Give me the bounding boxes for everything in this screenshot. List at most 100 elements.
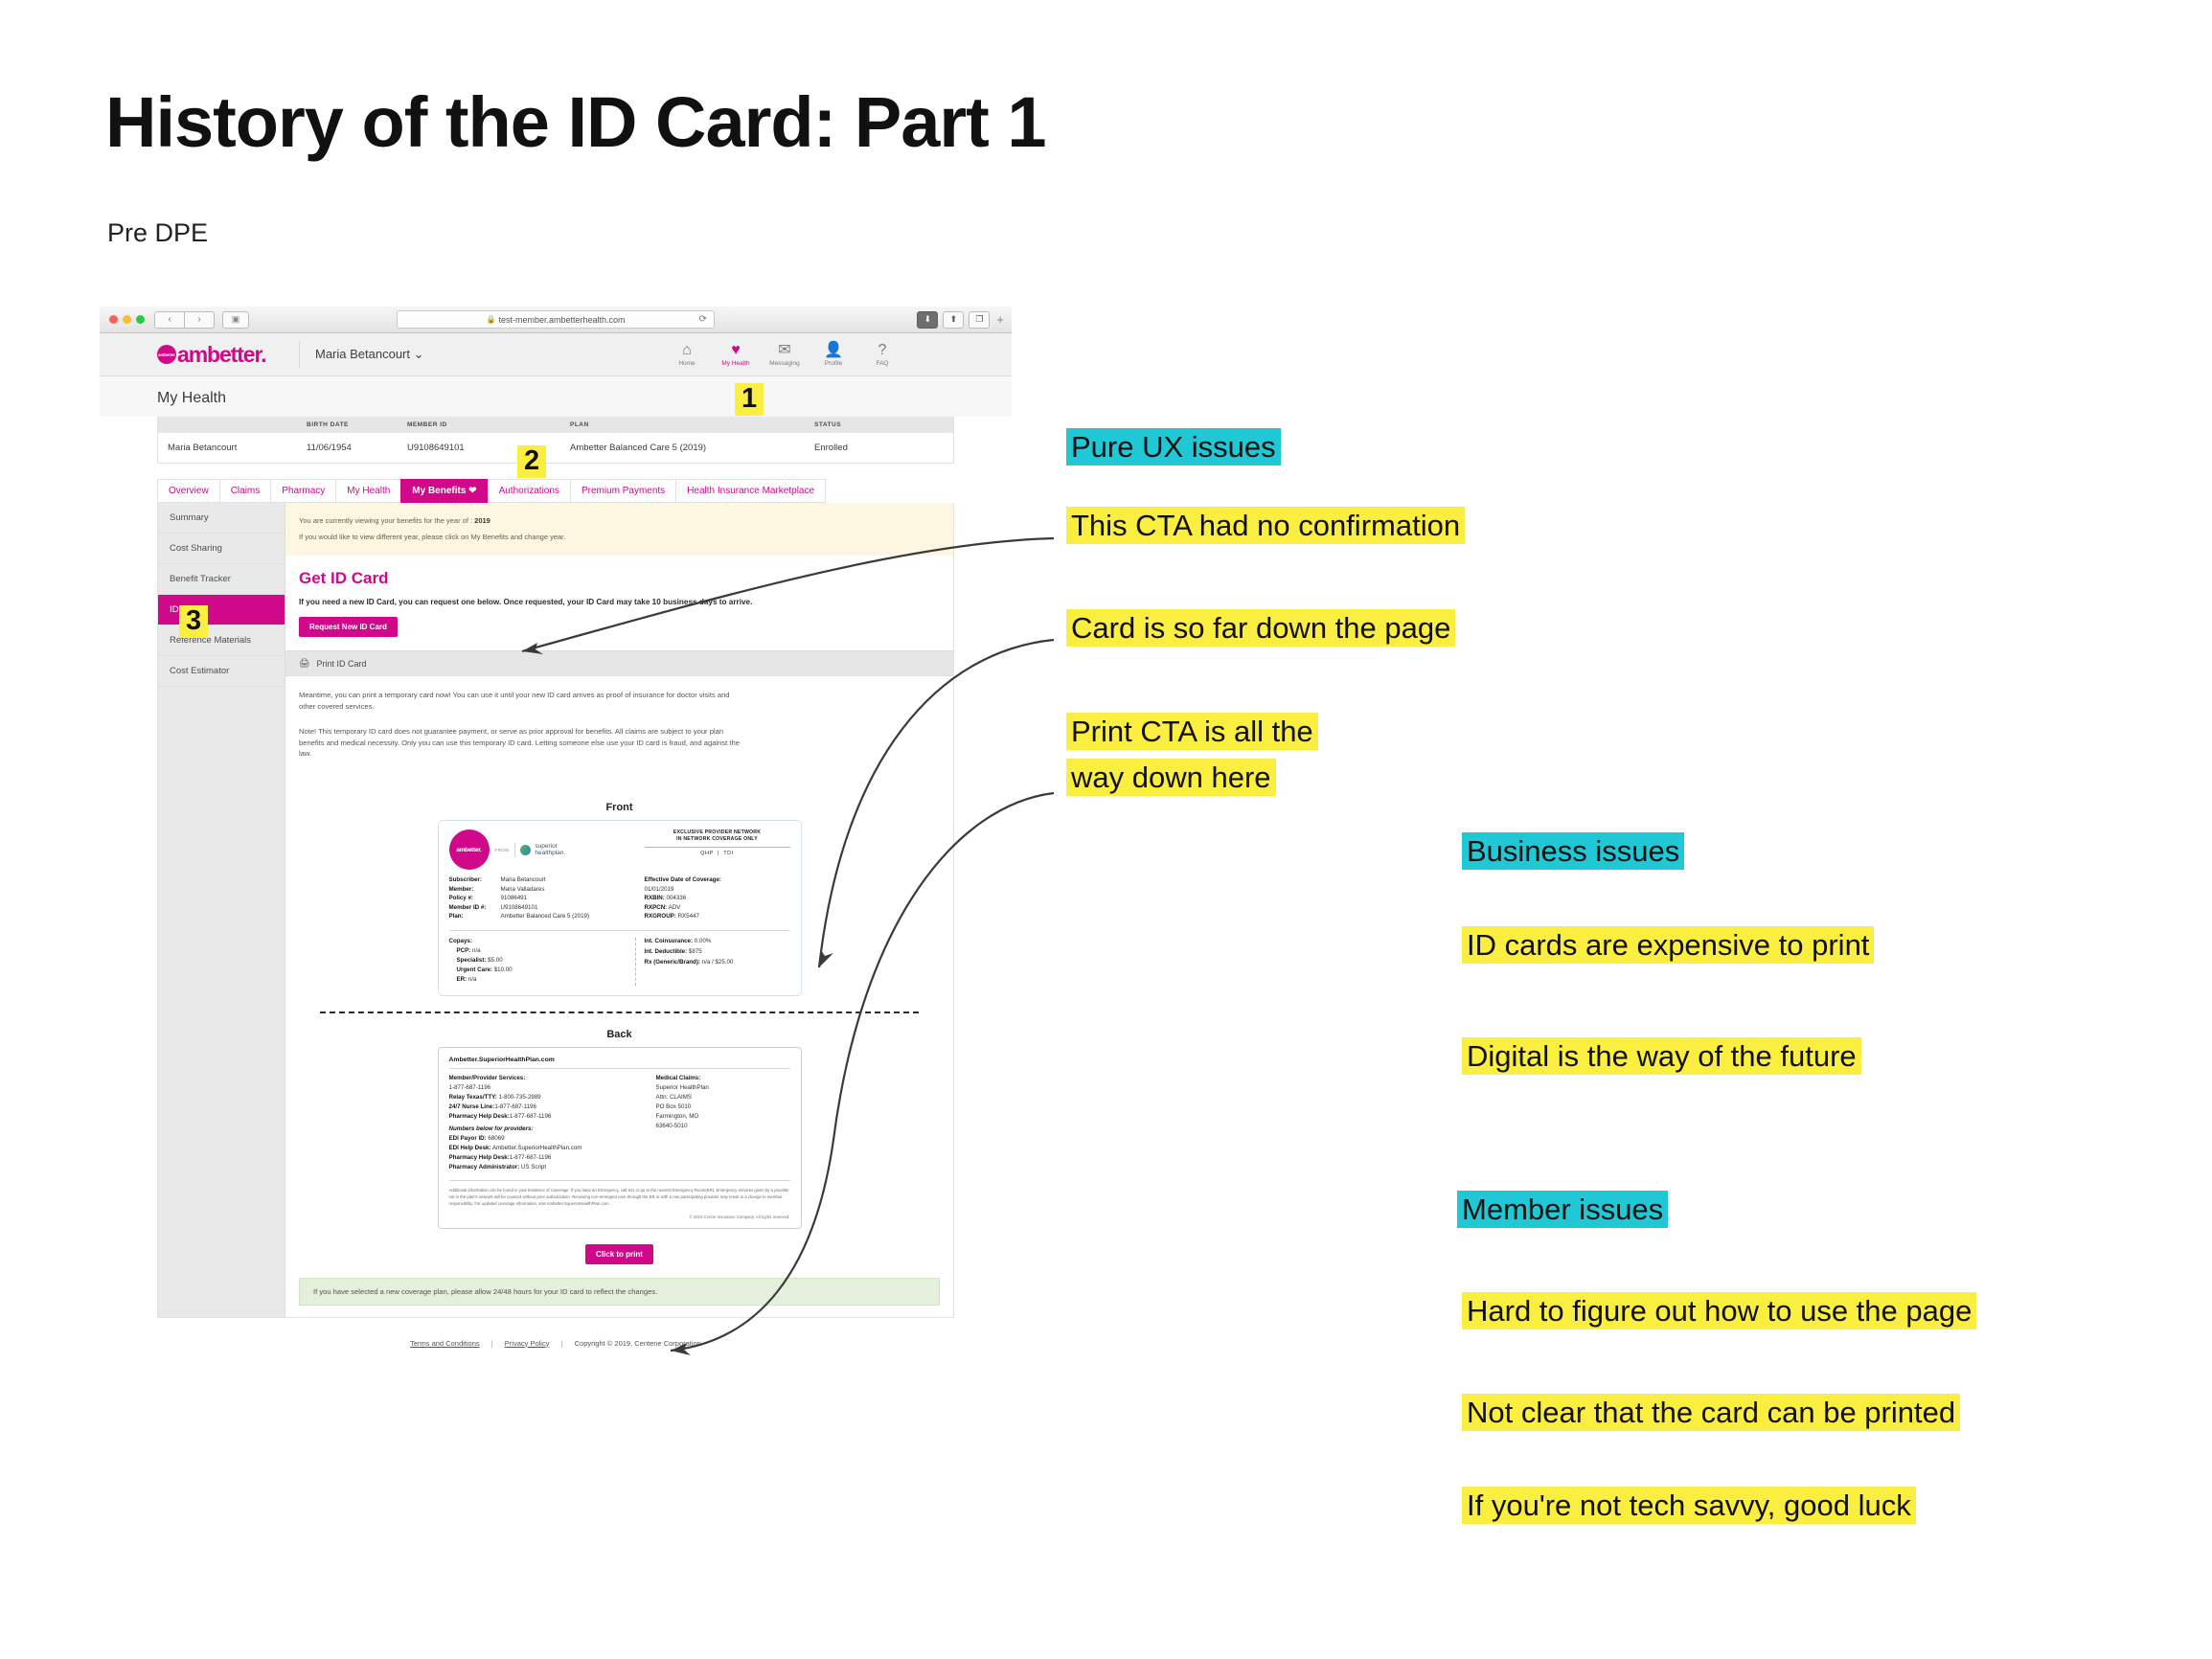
site-page-title: My Health [100,376,1012,417]
id-card-right-field: Effective Date of Coverage: [644,876,721,884]
printer-icon: 🖨 [299,658,310,669]
id-card-field: Subscriber: Maria Betancourt [449,876,645,883]
terms-link[interactable]: Terms and Conditions [410,1339,480,1348]
print-button-wrap: Click to print [285,1229,953,1278]
annotation-business-item-0: ID cards are expensive to print [1462,926,1875,965]
sidebar-item-cost-estimator[interactable]: Cost Estimator [158,656,285,687]
table-row: Maria Betancourt 11/06/1954 U9108649101 … [158,433,953,463]
get-id-heading: Get ID Card [299,569,389,587]
maximize-window-icon[interactable] [136,315,145,324]
sidebar-item-reference-materials[interactable]: Reference Materials [158,625,285,656]
ambetter-logo[interactable]: ambetter ambetter. [157,342,284,368]
header-nav-item-profile[interactable]: 👤 Profile [817,342,850,367]
superior-line-2: healthplan. [535,850,566,857]
header-divider [299,341,300,368]
sidebar-item-benefit-tracker[interactable]: Benefit Tracker [158,564,285,595]
back-card-columns: Member/Provider Services: 1-877-687-1196 R… [449,1069,790,1173]
back-card-left: Member/Provider Services: 1-877-687-1196 R… [449,1075,656,1173]
site-page: My Health BIRTH DATE MEMBER ID PLAN STAT… [100,376,1012,1553]
footer-sep-1: | [490,1338,493,1348]
lock-icon: 🔒 [486,315,496,324]
header-nav-item-faq[interactable]: ? FAQ [866,342,899,367]
header-nav-item-my-health[interactable]: ♥ My Health [719,342,752,367]
copay-item: Urgent Care: $10.00 [456,966,513,973]
header-nav-label: FAQ [876,360,889,367]
id-card-field: Member: Maria Valladares [449,886,645,893]
annotation-member-heading: Member issues [1457,1191,1669,1229]
footer-copyright: Copyright © 2019, Centene Corporation [574,1338,701,1348]
back-card-contact: 24/7 Nurse Line:1-877-687-1196 [448,1102,536,1110]
copay-item: PCP: n/a [456,946,481,954]
window-controls[interactable] [109,315,145,324]
home-icon: ⌂ [682,342,692,358]
print-id-card-bar[interactable]: 🖨 Print ID Card [285,650,953,677]
tab-pharmacy[interactable]: Pharmacy [270,479,336,503]
tab-premium-payments[interactable]: Premium Payments [569,479,676,503]
td-status: Enrolled [814,443,848,453]
sidebar-item-id-card[interactable]: ID Card [158,595,285,625]
header-nav[interactable]: ⌂ Home ♥ My Health ✉ Messaging 👤 Profile ? FAQ [671,342,899,367]
primary-tabs[interactable]: Overview Claims Pharmacy My Health My Benefi… [157,479,954,503]
header-nav-label: Profile [824,360,843,367]
temp-card-paragraph-1: Meantime, you can print a temporary card… [299,691,730,712]
header-nav-item-messaging[interactable]: ✉ Messaging [768,342,801,367]
tabs-icon[interactable]: ❐ [969,310,991,329]
brand-wordmark: ambetter. [177,341,266,367]
header-nav-label: Home [678,360,696,367]
tab-overview[interactable]: Overview [157,479,219,503]
share-icon[interactable]: ⬆ [943,310,965,329]
tab-my-benefits[interactable]: My Benefits ❤ [400,479,488,503]
temporary-card-text: Meantime, you can print a temporary card… [285,676,953,786]
field-key: Member: [448,885,474,893]
tab-my-health[interactable]: My Health [335,479,401,503]
table-header-row: BIRTH DATE MEMBER ID PLAN STATUS [158,417,953,433]
sidebar-item-cost-sharing[interactable]: Cost Sharing [158,534,285,564]
notice-year: 2019 [474,516,490,525]
notice-line-2: If you would like to view different year… [299,532,566,541]
back-card-claims-line: PO Box 5010 [655,1102,692,1110]
reload-icon[interactable]: ⟳ [699,314,707,325]
back-icon[interactable]: ‹ [154,310,185,329]
tab-authorizations[interactable]: Authorizations [487,479,570,503]
sidebar-item-summary[interactable]: Summary [158,503,285,534]
back-card-copyright: © 2015 Centre Insurance Company. All rig… [689,1214,790,1219]
field-value: Ambetter Balanced Care 5 (2019) [500,913,590,920]
copay-right-item: Int. Deductible: $875 [644,947,702,955]
network-text: EXCLUSIVE PROVIDER NETWORK IN NETWORK CO… [644,830,790,848]
id-card-right-field: RXBIN: 004336 [644,895,687,902]
td-birth-date: 11/06/1954 [307,443,352,453]
download-icon[interactable]: ⬇ [917,310,939,329]
new-tab-icon[interactable]: + [996,312,1004,327]
privacy-link[interactable]: Privacy Policy [505,1339,550,1348]
benefits-sidebar[interactable]: SummaryCost SharingBenefit TrackerID Car… [158,503,285,1317]
card-front-label: Front [605,802,633,814]
header-nav-item-home[interactable]: ⌂ Home [671,342,703,367]
back-card-contact: Pharmacy Help Desk:1-877-687-1196 [448,1112,552,1120]
close-window-icon[interactable] [109,315,118,324]
chrome-right-buttons[interactable]: ⬇ ⬆ ❐ + [917,310,1004,329]
click-to-print-button[interactable]: Click to print [585,1243,653,1264]
tdi-label: TDI [723,850,734,856]
print-id-card-label: Print ID Card [316,658,367,669]
forward-icon[interactable]: › [185,310,215,329]
minimize-window-icon[interactable] [123,315,131,324]
back-card-contact: Relay Texas/TTY: 1-800-735-2989 [448,1093,541,1101]
annotation-business-item-1: Digital is the way of the future [1462,1037,1861,1076]
footer-sep-2: | [560,1338,563,1348]
user-menu[interactable]: Maria Betancourt ⌄ [315,347,424,362]
page-title: History of the ID Card: Part 1 [105,82,1047,162]
tab-claims[interactable]: Claims [218,479,271,503]
superior-line-1: superior [535,842,558,850]
annotation-member-item-2: If you're not tech savvy, good luck [1462,1487,1916,1525]
network-line-1: EXCLUSIVE PROVIDER NETWORK [673,830,762,836]
address-bar[interactable]: 🔒 test-member.ambetterhealth.com ⟳ [397,310,715,329]
tab-health-insurance-marketplace[interactable]: Health Insurance Marketplace [675,479,827,503]
qhp-label: QHP [700,850,714,856]
sidebar-toggle-icon[interactable]: ▣ [222,310,249,329]
copay-right-item: Int. Coinsurance: 0.00% [644,937,712,944]
nav-buttons[interactable]: ‹ › [154,310,215,329]
medical-claims-heading: Medical Claims: [655,1074,701,1081]
copay-item: Specialist: $5.00 [456,956,503,964]
copay-item: ER: n/a [456,975,477,983]
request-new-id-card-button[interactable]: Request New ID Card [299,617,398,638]
